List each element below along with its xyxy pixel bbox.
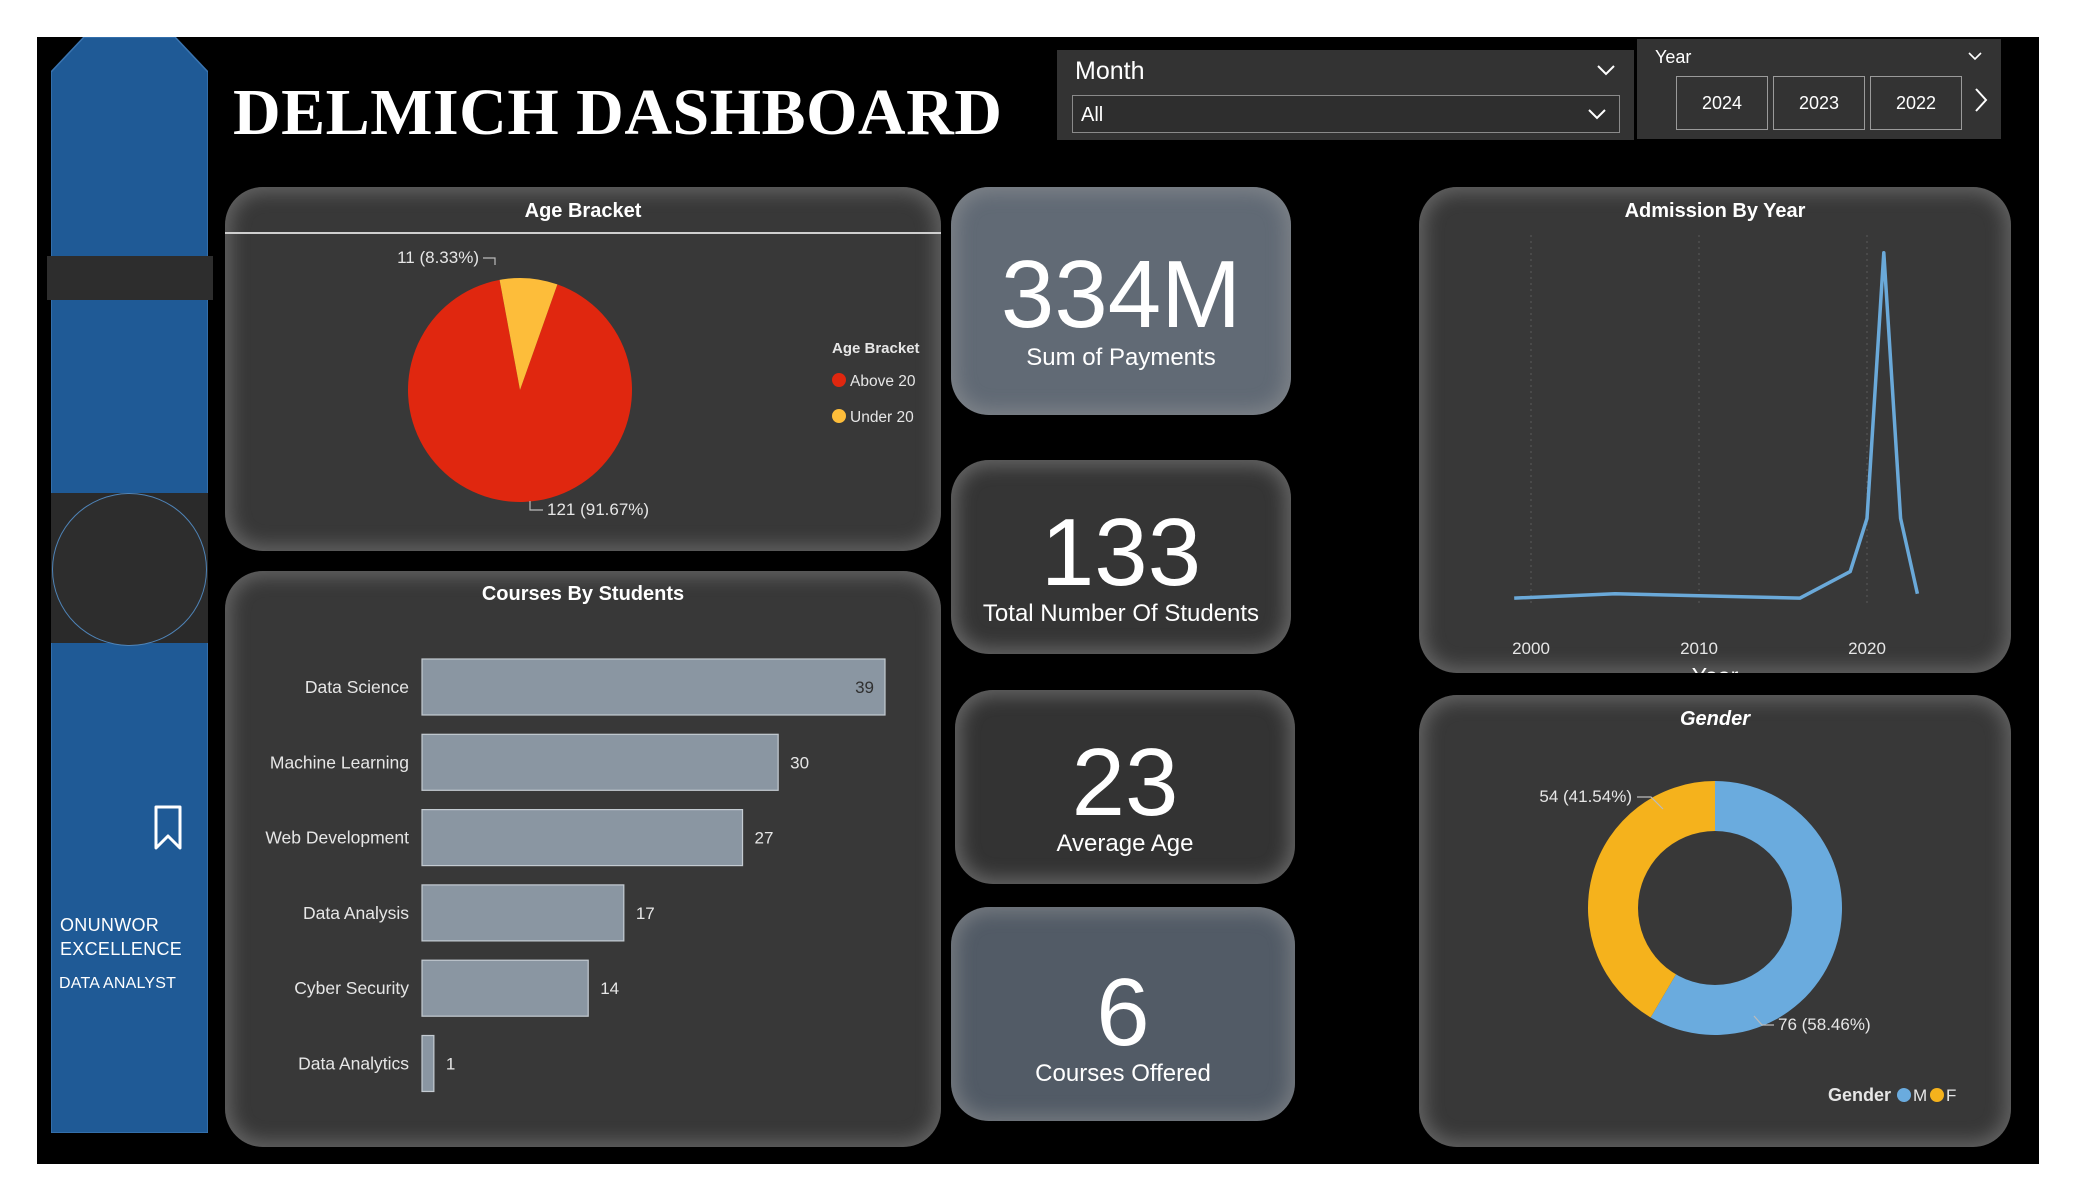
legend-label: Above 20 bbox=[850, 373, 916, 390]
bar-data-analytics bbox=[421, 1034, 435, 1093]
chevron-down-icon bbox=[1588, 109, 1606, 120]
chevron-right-icon[interactable] bbox=[1973, 87, 1989, 113]
kpi-value: 334M bbox=[1000, 241, 1242, 348]
age-bracket-chart: 11 (8.33%) 121 (91.67%) Age Bracket Above 2… bbox=[397, 248, 920, 519]
sidebar-divider-band bbox=[47, 256, 213, 300]
category-label: Machine Learning bbox=[270, 752, 409, 772]
data-label: 30 bbox=[790, 753, 809, 772]
profile-avatar bbox=[52, 493, 207, 646]
kpi-card-average-age: 23 Average Age bbox=[955, 690, 1295, 884]
legend-swatch-f bbox=[1930, 1088, 1944, 1102]
legend-swatch-under-20 bbox=[832, 409, 846, 423]
data-label: 14 bbox=[600, 979, 619, 998]
owner-role: DATA ANALYST bbox=[59, 975, 177, 992]
data-label: 39 bbox=[855, 678, 874, 697]
dashboard-canvas: ONUNWOR EXCELLENCE DATA ANALYST DELMICH … bbox=[37, 37, 2039, 1164]
data-label: 11 (8.33%) bbox=[397, 248, 479, 267]
data-label: 121 (91.67%) bbox=[547, 500, 649, 519]
legend-label: M bbox=[1913, 1086, 1927, 1105]
category-label: Cyber Security bbox=[294, 978, 409, 998]
kpi-label: Sum of Payments bbox=[1026, 344, 1216, 371]
month-dropdown[interactable]: All bbox=[1072, 95, 1620, 133]
category-label: Data Analytics bbox=[298, 1054, 409, 1074]
bar-web-development bbox=[421, 809, 744, 867]
x-tick-label: 2010 bbox=[1680, 639, 1718, 658]
category-label: Data Analysis bbox=[303, 903, 409, 923]
year-tile[interactable]: 2022 bbox=[1870, 76, 1962, 130]
kpi-label: Average Age bbox=[1056, 830, 1194, 857]
donut-hole bbox=[1638, 831, 1792, 985]
chevron-down-icon[interactable] bbox=[1596, 64, 1616, 76]
legend-label: Under 20 bbox=[850, 409, 914, 426]
year-tile[interactable]: 2024 bbox=[1676, 76, 1768, 130]
leader-line bbox=[529, 501, 543, 511]
data-label: 54 (41.54%) bbox=[1539, 787, 1632, 806]
legend-title: Age Bracket bbox=[832, 340, 920, 357]
legend-swatch-m bbox=[1897, 1088, 1911, 1102]
month-slicer: Month All bbox=[1057, 50, 1634, 140]
bar-data-science bbox=[421, 658, 886, 716]
category-label: Data Science bbox=[305, 677, 409, 697]
age-bracket-card: Age Bracket 11 (8.33%) 121 (91.67%) Age Br… bbox=[225, 187, 941, 551]
kpi-value: 133 bbox=[1040, 499, 1202, 606]
kpi-label: Total Number Of Students bbox=[982, 600, 1260, 627]
bar-data-analysis bbox=[421, 884, 625, 942]
bar-machine-learning bbox=[421, 733, 779, 791]
category-label: Web Development bbox=[265, 828, 409, 848]
admission-line-chart: 2000 2010 2020 Year bbox=[1512, 235, 1920, 673]
gender-card: Gender 54 (41.54%) 76 (58.46%) Gender M F bbox=[1419, 695, 2011, 1147]
kpi-card-courses: 6 Courses Offered bbox=[951, 907, 1295, 1121]
year-slicer-label: Year bbox=[1655, 47, 1692, 67]
data-label: 76 (58.46%) bbox=[1778, 1015, 1871, 1034]
kpi-card-payments: 334M Sum of Payments bbox=[951, 187, 1291, 415]
data-label: 1 bbox=[446, 1055, 455, 1074]
gender-donut-chart: 54 (41.54%) 76 (58.46%) Gender M F bbox=[1539, 781, 1956, 1105]
legend-title: Gender bbox=[1828, 1085, 1891, 1105]
x-axis-label: Year bbox=[1692, 663, 1739, 673]
kpi-value: 23 bbox=[1071, 729, 1179, 836]
leader-line bbox=[483, 257, 496, 265]
legend-label: F bbox=[1946, 1086, 1956, 1105]
owner-name: ONUNWOR EXCELLENCE bbox=[60, 915, 183, 959]
courses-by-students-card: Courses By Students Data Science 39 Machin… bbox=[225, 571, 941, 1147]
kpi-card-students: 133 Total Number Of Students bbox=[951, 460, 1291, 654]
legend-swatch-above-20 bbox=[832, 373, 846, 387]
year-tile[interactable]: 2023 bbox=[1773, 76, 1865, 130]
month-dropdown-value: All bbox=[1081, 104, 1104, 126]
bar-cyber-security bbox=[421, 959, 589, 1017]
page-title: DELMICH DASHBOARD bbox=[233, 76, 1003, 149]
x-tick-label: 2000 bbox=[1512, 639, 1550, 658]
courses-bar-chart: Data Science 39 Machine Learning 30 Web Deve… bbox=[265, 658, 886, 1093]
bookmark-icon[interactable] bbox=[153, 805, 183, 851]
data-label: 27 bbox=[755, 829, 774, 848]
year-slicer: Year 2024 2023 2022 bbox=[1637, 39, 2001, 139]
chevron-down-icon[interactable] bbox=[1967, 51, 1983, 61]
admission-series-line bbox=[1514, 250, 1920, 600]
kpi-label: Courses Offered bbox=[1035, 1060, 1211, 1087]
admission-by-year-card: Admission By Year 200020102020Year bbox=[1419, 187, 2011, 673]
data-label: 17 bbox=[636, 904, 655, 923]
kpi-value: 6 bbox=[1096, 959, 1150, 1066]
x-tick-label: 2020 bbox=[1848, 639, 1886, 658]
sidebar: ONUNWOR EXCELLENCE DATA ANALYST bbox=[47, 37, 213, 1133]
month-slicer-label: Month bbox=[1075, 57, 1145, 85]
